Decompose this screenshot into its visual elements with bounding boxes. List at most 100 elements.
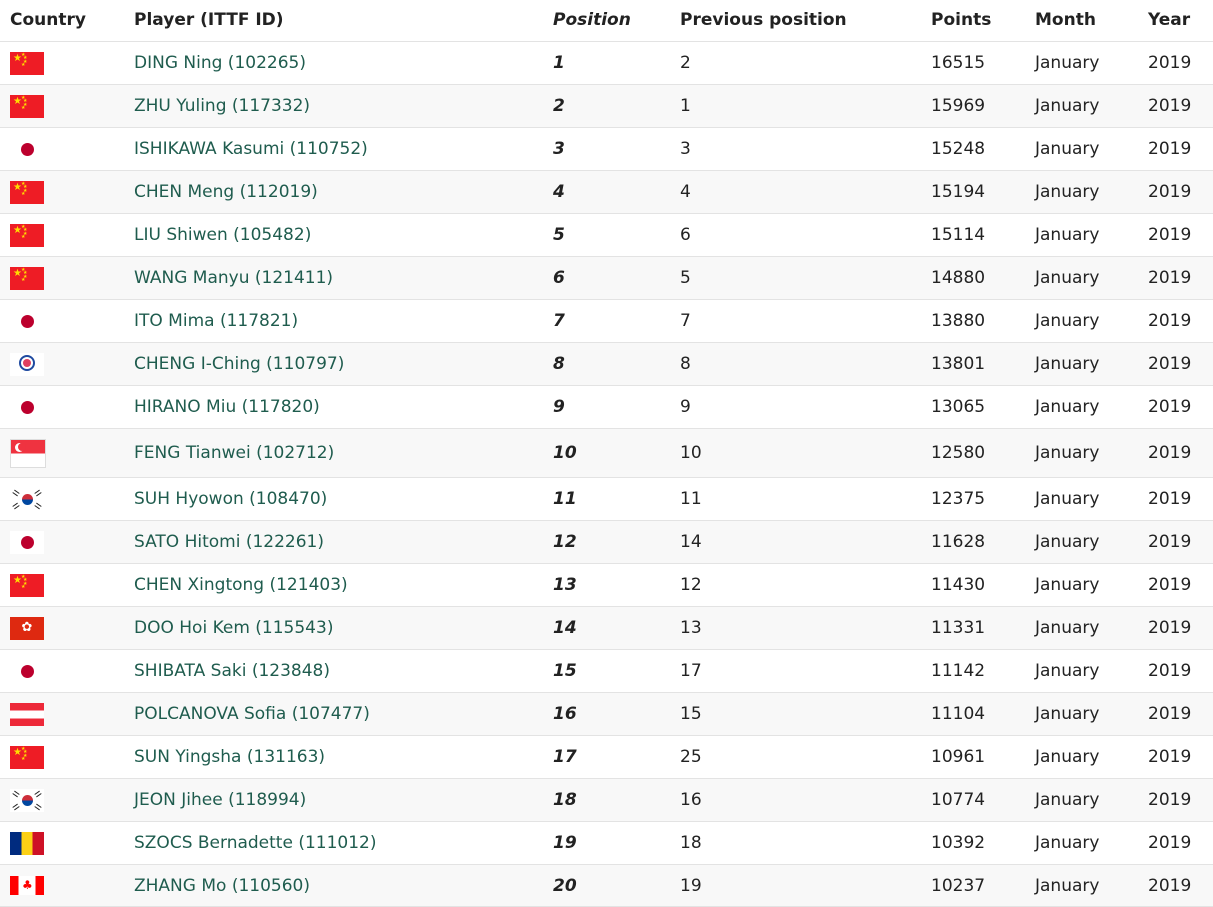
previous-position-value: 25 [680,747,702,767]
player-link[interactable]: DOO Hoi Kem (115543) [134,618,333,638]
japan-flag-icon [10,530,44,554]
table-row: SATO Hitomi (122261) 12 14 11628 January 2019 [0,521,1213,564]
player-link[interactable]: DING Ning (102265) [134,53,306,73]
china-flag-icon: ★ ★ ★ ★ ★ [10,94,44,118]
month-value: January [1035,139,1100,159]
player-cell: HIRANO Miu (117820) [134,386,320,428]
country-cell [10,386,44,428]
country-cell: ★ ★ ★ ★ ★ [10,257,44,299]
player-cell: ZHU Yuling (117332) [134,85,310,127]
year-value: 2019 [1148,875,1192,896]
header-month: Month [1035,10,1096,30]
player-link[interactable]: JEON Jihee (118994) [134,790,306,810]
player-link[interactable]: CHENG I-Ching (110797) [134,354,344,374]
header-player: Player (ITTF ID) [134,10,284,30]
country-cell: ★ ★ ★ ★ ★ [10,42,44,84]
country-cell: ★ ★ ★ ★ ★ [10,736,44,778]
japan-flag-icon [10,309,44,333]
month-value: January [1035,443,1100,463]
country-cell [10,128,44,170]
header-previous-position: Previous position [680,10,847,30]
points-value: 10392 [931,833,986,853]
player-cell: SHIBATA Saki (123848) [134,650,330,692]
previous-position-value: 1 [680,96,691,116]
player-cell: SZOCS Bernadette (111012) [134,822,377,864]
position-value: 9 [553,397,565,417]
position-value: 11 [553,489,577,509]
korea-flag-icon [10,788,44,812]
table-row: ★ ★ ★ ★ ★ ZHU Yuling (117332) 2 1 15969 January 20… [0,85,1213,128]
year-value: 2019 [1148,96,1192,116]
player-link[interactable]: SATO Hitomi (122261) [134,532,324,552]
year-value: 2019 [1148,790,1192,810]
position-value: 20 [553,875,577,896]
month-value: January [1035,704,1100,724]
table-row: ★ ★ ★ ★ ★ DING Ning (102265) 1 2 16515 January 201… [0,42,1213,85]
points-value: 14880 [931,268,986,288]
table-row: ♣ ZHANG Mo (110560) 20 19 10237 January 2019 [0,865,1213,907]
player-link[interactable]: LIU Shiwen (105482) [134,225,311,245]
points-value: 11142 [931,661,986,681]
player-link[interactable]: ZHU Yuling (117332) [134,96,310,116]
position-value: 5 [553,225,565,245]
month-value: January [1035,833,1100,853]
table-row: SZOCS Bernadette (111012) 19 18 10392 Januar… [0,822,1213,865]
player-link[interactable]: ITO Mima (117821) [134,311,298,331]
points-value: 13065 [931,397,986,417]
table-row: ★ ★ ★ ★ ★ SUN Yingsha (131163) 17 25 10961 Januar… [0,736,1213,779]
austria-flag-icon [10,702,44,726]
country-cell [10,650,44,692]
player-cell: FENG Tianwei (102712) [134,429,334,477]
month-value: January [1035,532,1100,552]
country-cell [10,343,44,385]
position-value: 16 [553,704,577,724]
position-value: 3 [553,139,565,159]
year-value: 2019 [1148,139,1192,159]
player-link[interactable]: SZOCS Bernadette (111012) [134,833,377,853]
player-link[interactable]: ZHANG Mo (110560) [134,876,310,896]
month-value: January [1035,747,1100,767]
table-row: FENG Tianwei (102712) 10 10 12580 January 201… [0,429,1213,478]
year-value: 2019 [1148,618,1192,638]
year-value: 2019 [1148,354,1192,374]
previous-position-value: 2 [680,53,691,73]
year-value: 2019 [1148,575,1192,595]
month-value: January [1035,53,1100,73]
player-cell: WANG Manyu (121411) [134,257,333,299]
player-link[interactable]: ISHIKAWA Kasumi (110752) [134,139,368,159]
korea-flag-icon [10,487,44,511]
player-link[interactable]: SHIBATA Saki (123848) [134,661,330,681]
player-link[interactable]: CHEN Xingtong (121403) [134,575,348,595]
points-value: 15969 [931,96,986,116]
player-link[interactable]: HIRANO Miu (117820) [134,397,320,417]
previous-position-value: 8 [680,354,691,374]
previous-position-value: 11 [680,489,702,509]
month-value: January [1035,225,1100,245]
player-link[interactable]: WANG Manyu (121411) [134,268,333,288]
player-link[interactable]: SUN Yingsha (131163) [134,747,325,767]
player-cell: DOO Hoi Kem (115543) [134,607,333,649]
player-link[interactable]: SUH Hyowon (108470) [134,489,327,509]
points-value: 13880 [931,311,986,331]
table-row: JEON Jihee (118994) 18 16 10774 January 2019 [0,779,1213,822]
chinese-taipei-flag-icon [10,352,44,376]
year-value: 2019 [1148,397,1192,417]
china-flag-icon: ★ ★ ★ ★ ★ [10,573,44,597]
player-link[interactable]: CHEN Meng (112019) [134,182,318,202]
month-value: January [1035,875,1100,896]
month-value: January [1035,268,1100,288]
points-value: 11104 [931,704,986,724]
header-points: Points [931,10,992,30]
position-value: 8 [553,354,565,374]
china-flag-icon: ★ ★ ★ ★ ★ [10,51,44,75]
previous-position-value: 5 [680,268,691,288]
year-value: 2019 [1148,489,1192,509]
player-cell: LIU Shiwen (105482) [134,214,311,256]
player-link[interactable]: POLCANOVA Sofia (107477) [134,704,370,724]
player-cell: SATO Hitomi (122261) [134,521,324,563]
month-value: January [1035,790,1100,810]
month-value: January [1035,575,1100,595]
player-link[interactable]: FENG Tianwei (102712) [134,443,334,463]
country-cell [10,822,44,864]
month-value: January [1035,618,1100,638]
